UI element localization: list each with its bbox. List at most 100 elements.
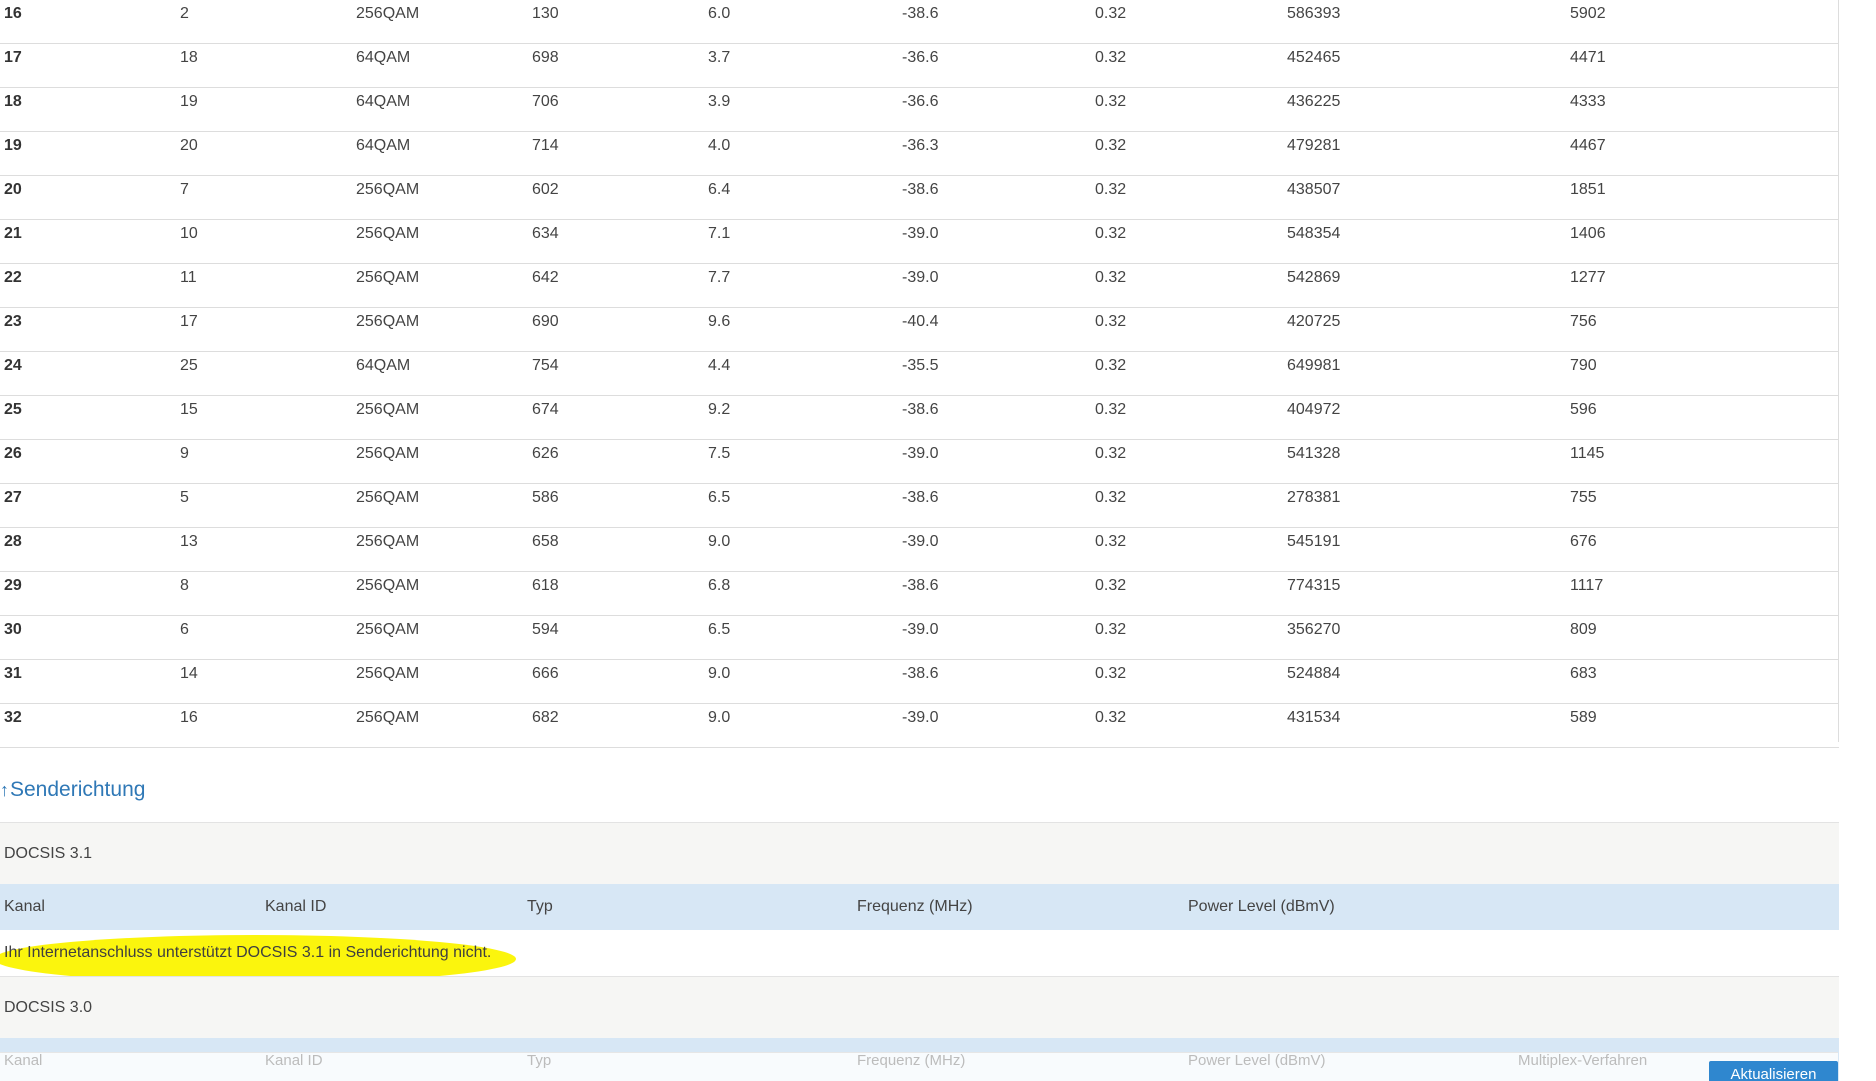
cell-correctable-errors: 545191 — [1287, 533, 1341, 550]
cell-correctable-errors: 431534 — [1287, 709, 1341, 726]
cell-correctable-errors: 479281 — [1287, 137, 1341, 154]
cell-frequency: 130 — [532, 5, 559, 22]
column-header-kanal-id: Kanal ID — [265, 898, 327, 915]
cell-channel-id: 16 — [180, 709, 198, 726]
cell-latency: 0.32 — [1095, 709, 1127, 726]
table-row: 28 13 256QAM 658 9.0 -39.0 0.32 545191 676 — [0, 528, 1839, 572]
cell-mse: -38.6 — [902, 577, 939, 594]
cell-uncorrectable-errors: 4333 — [1570, 93, 1606, 110]
cell-modulation: 256QAM — [356, 489, 420, 506]
cell-power-level: 7.1 — [708, 225, 731, 242]
cell-uncorrectable-errors: 683 — [1570, 665, 1597, 682]
cell-channel: 24 — [4, 357, 22, 374]
cell-frequency: 666 — [532, 665, 559, 682]
cell-uncorrectable-errors: 790 — [1570, 357, 1597, 374]
cell-latency: 0.32 — [1095, 401, 1127, 418]
cell-channel-id: 11 — [180, 269, 197, 286]
cell-latency: 0.32 — [1095, 49, 1127, 66]
cell-latency: 0.32 — [1095, 181, 1127, 198]
cell-correctable-errors: 774315 — [1287, 577, 1341, 594]
cell-power-level: 7.7 — [708, 269, 731, 286]
cell-channel: 31 — [4, 665, 22, 682]
column-header-frequenz: Frequenz (MHz) — [857, 898, 973, 915]
page-right-margin — [1838, 0, 1876, 1081]
cell-mse: -36.3 — [902, 137, 939, 154]
cell-latency: 0.32 — [1095, 445, 1127, 462]
cell-power-level: 4.0 — [708, 137, 731, 154]
table-row: 31 14 256QAM 666 9.0 -38.6 0.32 524884 683 — [0, 660, 1839, 704]
column-header-power-level: Power Level (dBmV) — [1188, 898, 1335, 915]
cell-channel: 26 — [4, 445, 22, 462]
cell-channel-id: 19 — [180, 93, 198, 110]
cell-modulation: 64QAM — [356, 357, 411, 374]
docsis31-unsupported-message: Ihr Internetanschluss unterstützt DOCSIS… — [4, 944, 492, 961]
cell-power-level: 9.2 — [708, 401, 731, 418]
table-row: 26 9 256QAM 626 7.5 -39.0 0.32 541328 1145 — [0, 440, 1839, 484]
cell-uncorrectable-errors: 4471 — [1570, 49, 1606, 66]
cell-modulation: 256QAM — [356, 401, 420, 418]
cell-frequency: 682 — [532, 709, 559, 726]
table-row: 20 7 256QAM 602 6.4 -38.6 0.32 438507 1851 — [0, 176, 1839, 220]
cell-uncorrectable-errors: 596 — [1570, 401, 1597, 418]
table-row: 18 19 64QAM 706 3.9 -36.6 0.32 436225 4333 — [0, 88, 1839, 132]
docsis31-message-row: Ihr Internetanschluss unterstützt DOCSIS… — [0, 930, 1839, 983]
cell-latency: 0.32 — [1095, 665, 1127, 682]
cell-correctable-errors: 356270 — [1287, 621, 1341, 638]
cell-latency: 0.32 — [1095, 5, 1127, 22]
cell-correctable-errors: 404972 — [1287, 401, 1341, 418]
cell-power-level: 6.0 — [708, 5, 731, 22]
table-row: 17 18 64QAM 698 3.7 -36.6 0.32 452465 4471 — [0, 44, 1839, 88]
cell-power-level: 6.4 — [708, 181, 731, 198]
cell-channel: 28 — [4, 533, 22, 550]
cell-power-level: 7.5 — [708, 445, 731, 462]
column-header-power-level: Power Level (dBmV) — [1188, 1052, 1326, 1069]
table-row: 16 2 256QAM 130 6.0 -38.6 0.32 586393 5902 — [0, 0, 1839, 44]
cell-channel-id: 2 — [180, 5, 189, 22]
table-row: 27 5 256QAM 586 6.5 -38.6 0.32 278381 755 — [0, 484, 1839, 528]
cell-latency: 0.32 — [1095, 269, 1127, 286]
cell-correctable-errors: 278381 — [1287, 489, 1341, 506]
upstream-section-heading[interactable]: ↑Senderichtung — [0, 776, 145, 804]
cell-mse: -38.6 — [902, 5, 939, 22]
cell-latency: 0.32 — [1095, 533, 1127, 550]
cell-channel-id: 9 — [180, 445, 189, 462]
cell-channel-id: 13 — [180, 533, 198, 550]
column-header-frequenz: Frequenz (MHz) — [857, 1052, 966, 1069]
cell-latency: 0.32 — [1095, 225, 1127, 242]
cell-modulation: 256QAM — [356, 621, 420, 638]
cell-modulation: 64QAM — [356, 137, 411, 154]
column-header-typ: Typ — [527, 1052, 552, 1069]
cell-modulation: 256QAM — [356, 181, 420, 198]
cell-frequency: 754 — [532, 357, 559, 374]
upstream-panel: DOCSIS 3.1 Kanal Kanal ID Typ Frequenz (… — [0, 822, 1839, 1081]
table-row: 22 11 256QAM 642 7.7 -39.0 0.32 542869 1277 — [0, 264, 1839, 308]
cell-channel-id: 18 — [180, 49, 198, 66]
docsis30-section: DOCSIS 3.0 — [0, 976, 1839, 1038]
cell-channel: 16 — [4, 5, 22, 22]
cell-frequency: 658 — [532, 533, 559, 550]
cell-frequency: 594 — [532, 621, 559, 638]
cell-latency: 0.32 — [1095, 489, 1127, 506]
cell-channel-id: 17 — [180, 313, 198, 330]
cell-modulation: 256QAM — [356, 665, 420, 682]
table-row: 19 20 64QAM 714 4.0 -36.3 0.32 479281 4467 — [0, 132, 1839, 176]
cell-mse: -35.5 — [902, 357, 939, 374]
cell-modulation: 256QAM — [356, 225, 420, 242]
cell-correctable-errors: 541328 — [1287, 445, 1341, 462]
cell-modulation: 256QAM — [356, 313, 420, 330]
cell-correctable-errors: 542869 — [1287, 269, 1341, 286]
arrow-up-icon: ↑ — [0, 780, 9, 800]
cell-uncorrectable-errors: 755 — [1570, 489, 1597, 506]
cell-latency: 0.32 — [1095, 621, 1127, 638]
cell-modulation: 256QAM — [356, 269, 420, 286]
cell-power-level: 9.0 — [708, 533, 731, 550]
refresh-button[interactable]: Aktualisieren — [1709, 1061, 1838, 1081]
cell-mse: -39.0 — [902, 445, 939, 462]
cell-latency: 0.32 — [1095, 357, 1127, 374]
cell-correctable-errors: 524884 — [1287, 665, 1341, 682]
column-header-multiplex: Multiplex-Verfahren — [1518, 1052, 1648, 1069]
cell-mse: -38.6 — [902, 181, 939, 198]
docsis31-section: DOCSIS 3.1 — [0, 822, 1839, 884]
cell-frequency: 634 — [532, 225, 559, 242]
column-header-kanal: Kanal — [4, 898, 45, 915]
